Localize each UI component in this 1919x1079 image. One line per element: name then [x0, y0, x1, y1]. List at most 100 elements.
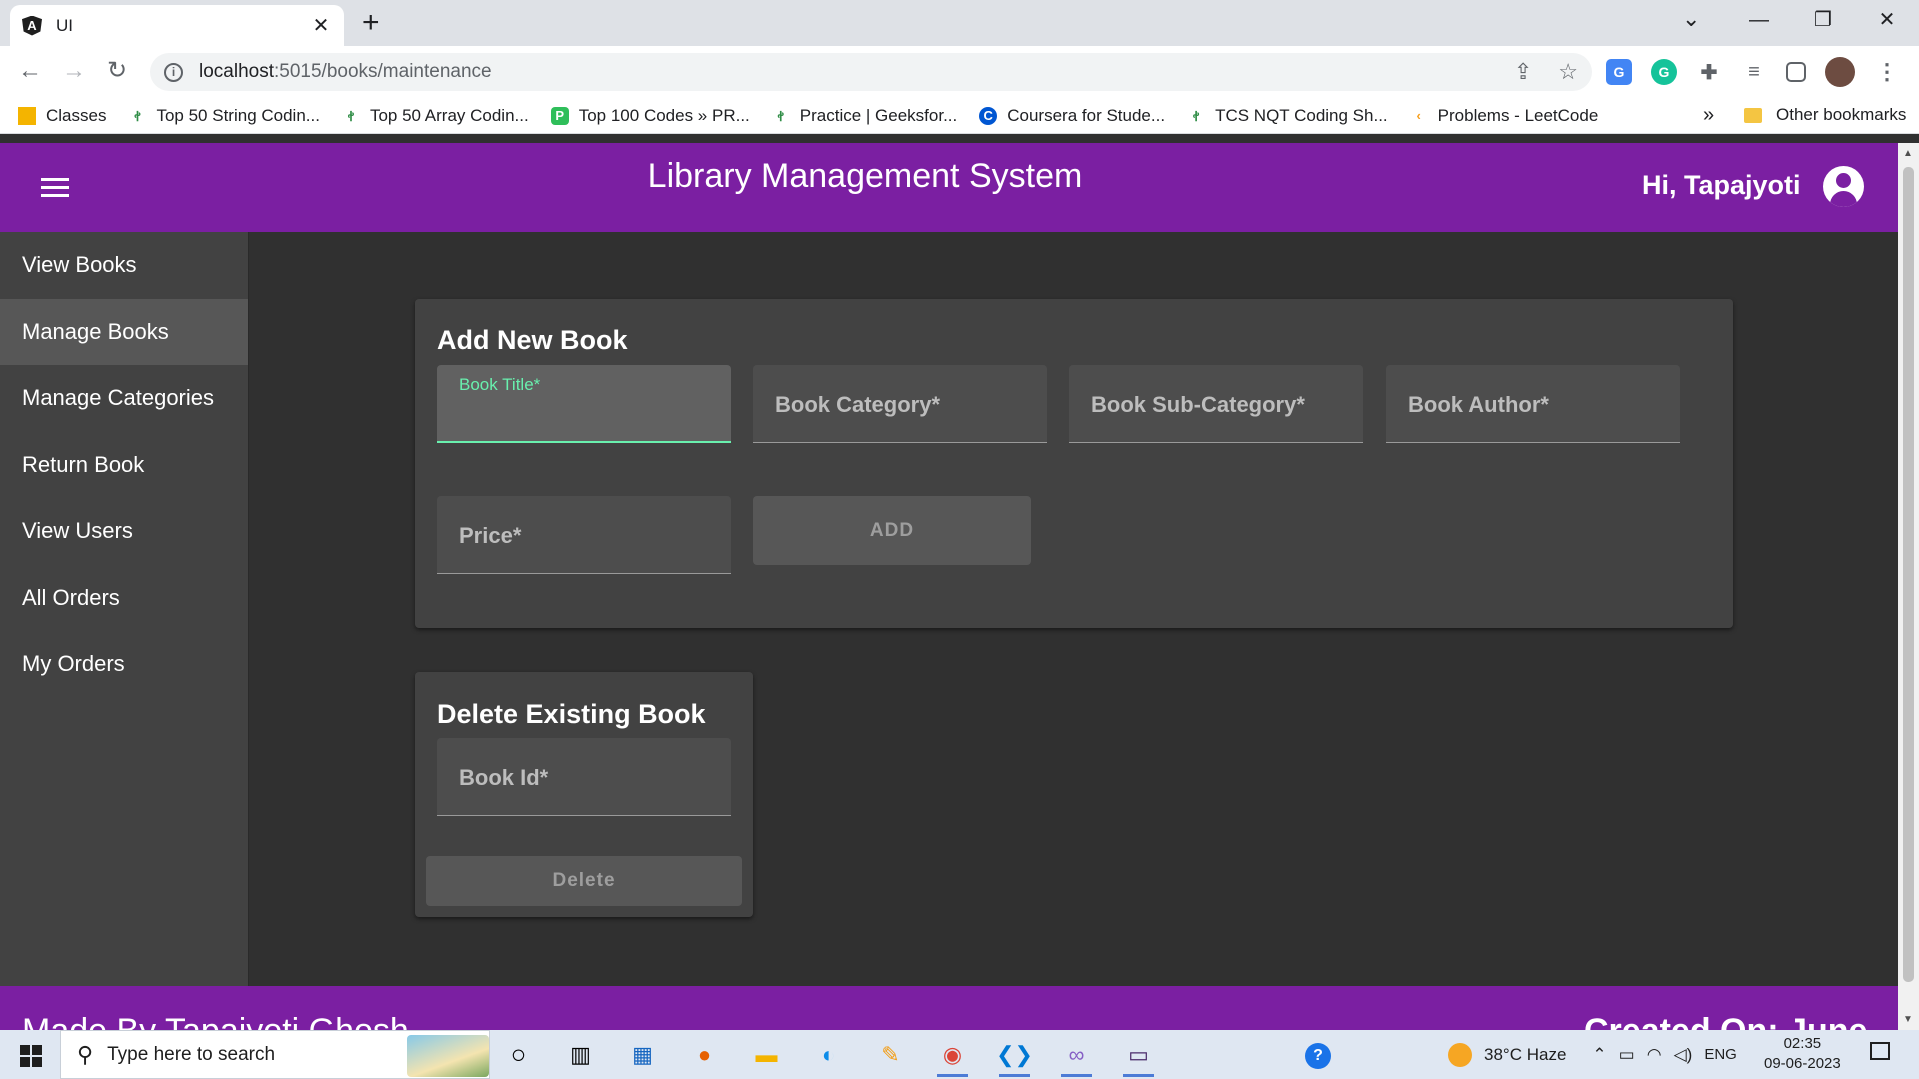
bookmarks-overflow-icon[interactable]: » — [1703, 104, 1714, 127]
book-category-label: Book Category* — [775, 392, 941, 417]
sidebar-item-manage-books[interactable]: Manage Books — [0, 298, 248, 365]
windows-start-icon[interactable] — [20, 1045, 42, 1067]
bookmark-item[interactable]: C Coursera for Stude... — [979, 106, 1165, 126]
vscode-icon[interactable]: ❮❯ — [996, 1038, 1033, 1077]
forward-arrow-icon[interactable]: → — [62, 56, 86, 86]
book-author-label: Book Author* — [1408, 392, 1549, 417]
side-panel-icon[interactable] — [1786, 62, 1806, 82]
weather-sun-icon — [1448, 1042, 1472, 1067]
scroll-down-icon[interactable]: ▼ — [1903, 1014, 1913, 1025]
book-category-field[interactable]: Book Category* — [753, 365, 1047, 443]
geeksforgeeks-icon: ꬷ — [134, 108, 141, 124]
bookmark-item[interactable]: P Top 100 Codes » PR... — [550, 106, 750, 126]
clock-time: 02:35 — [1783, 1035, 1822, 1052]
bookmark-item[interactable]: ꬷ Top 50 Array Codin... — [342, 106, 529, 126]
book-id-field[interactable]: Book Id* — [437, 738, 731, 816]
system-tray: 38°C Haze ⌃ ▭ ◠ ◁) ENG — [1448, 1030, 1737, 1079]
book-id-label: Book Id* — [459, 765, 549, 790]
add-button[interactable]: ADD — [753, 496, 1031, 565]
price-label: Price* — [459, 523, 522, 548]
page-scrollbar[interactable]: ▲ ▼ — [1898, 143, 1919, 1030]
site-info-icon[interactable]: i — [164, 62, 183, 82]
sidebar-item-manage-categories[interactable]: Manage Categories — [0, 365, 248, 432]
restore-icon[interactable]: ❐ — [1791, 0, 1855, 42]
minimize-icon[interactable]: — — [1727, 0, 1791, 42]
sidebar-item-return-book[interactable]: Return Book — [0, 432, 248, 499]
terminal-icon[interactable]: ▭ — [1120, 1038, 1157, 1077]
book-subcategory-field[interactable]: Book Sub-Category* — [1069, 365, 1363, 443]
reload-icon[interactable]: ↻ — [107, 56, 127, 86]
bookmark-item[interactable]: ‹ Problems - LeetCode — [1410, 106, 1598, 126]
delete-book-card: Delete Existing Book Book Id* Delete — [415, 672, 753, 917]
task-view-icon[interactable]: ▥ — [562, 1038, 599, 1071]
bookmark-item[interactable]: ꬷ Practice | Geeksfor... — [772, 106, 957, 126]
sidebar-item-view-users[interactable]: View Users — [0, 498, 248, 565]
search-icon: ⚲ — [77, 1041, 94, 1067]
bookmark-label: TCS NQT Coding Sh... — [1215, 105, 1388, 125]
share-icon[interactable]: ⇪ — [1514, 59, 1532, 85]
bookmark-item[interactable]: Classes — [18, 106, 106, 126]
footer-author: Made By Tapajyoti Ghosh — [22, 1012, 409, 1030]
browser-toolbar: ← → ↻ i localhost:5015/books/maintenance… — [0, 46, 1919, 98]
browser-tab[interactable]: A UI ✕ — [10, 5, 344, 46]
volume-icon[interactable]: ◁) — [1674, 1045, 1693, 1065]
file-explorer-icon[interactable]: ▬ — [748, 1038, 785, 1071]
profile-avatar[interactable] — [1825, 57, 1855, 87]
edge-icon[interactable]: ◐ — [810, 1038, 847, 1071]
scroll-thumb[interactable] — [1903, 167, 1914, 982]
other-bookmarks-label: Other bookmarks — [1776, 105, 1907, 124]
chrome-icon[interactable]: ◉ — [934, 1038, 971, 1077]
tray-expand-icon[interactable]: ⌃ — [1592, 1045, 1606, 1065]
sidebar-item-my-orders[interactable]: My Orders — [0, 631, 248, 698]
taskbar-apps: ○ ▥ ▦ ● ▬ ◐ ✎ ◉ ❮❯ ∞ ▭ — [500, 1038, 1157, 1077]
wifi-icon[interactable]: ◠ — [1647, 1045, 1662, 1065]
microsoft-store-icon[interactable]: ▦ — [624, 1038, 661, 1071]
bookmark-star-icon[interactable]: ☆ — [1558, 59, 1578, 85]
battery-icon[interactable]: ▭ — [1619, 1045, 1635, 1065]
search-highlight-image — [407, 1035, 489, 1077]
weather-text[interactable]: 38°C Haze — [1484, 1045, 1566, 1065]
book-title-field[interactable]: Book Title* — [437, 365, 731, 443]
paint-icon[interactable]: ✎ — [872, 1038, 909, 1071]
address-bar[interactable]: i localhost:5015/books/maintenance ⇪ ☆ — [150, 53, 1592, 91]
extensions-puzzle-icon[interactable]: ✚ — [1696, 59, 1722, 85]
media-queue-icon[interactable]: ≡ — [1741, 59, 1767, 85]
cortana-icon[interactable]: ○ — [500, 1038, 537, 1071]
help-icon[interactable]: ? — [1305, 1043, 1331, 1069]
footer-created-date: Created On: June 2023 — [1584, 1012, 1898, 1030]
price-field[interactable]: Price* — [437, 496, 731, 574]
browser-menu-icon[interactable]: ⋮ — [1874, 59, 1900, 85]
bookmark-item[interactable]: ꬷ Top 50 String Codin... — [128, 105, 320, 126]
firefox-icon[interactable]: ● — [686, 1038, 723, 1071]
back-arrow-icon[interactable]: ← — [18, 56, 42, 86]
close-tab-icon[interactable]: ✕ — [310, 13, 332, 38]
account-circle-icon[interactable] — [1823, 166, 1864, 207]
sidebar-item-view-books[interactable]: View Books — [0, 232, 248, 299]
notifications-icon[interactable] — [1870, 1042, 1890, 1060]
browser-tab-strip: A UI ✕ + ⌄ — ❐ ✕ — [0, 0, 1919, 46]
book-title-label: Book Title* — [459, 375, 541, 394]
google-translate-icon[interactable]: G — [1606, 59, 1632, 85]
visual-studio-icon[interactable]: ∞ — [1058, 1038, 1095, 1077]
scroll-up-icon[interactable]: ▲ — [1903, 148, 1913, 159]
taskbar-clock[interactable]: 02:35 09-06-2023 — [1764, 1034, 1841, 1074]
new-tab-icon[interactable]: + — [362, 8, 380, 38]
taskbar-search-box[interactable]: ⚲ Type here to search — [60, 1030, 490, 1079]
close-window-icon[interactable]: ✕ — [1855, 0, 1919, 42]
coursera-icon: C — [979, 106, 998, 125]
bookmark-label: Top 50 String Codin... — [156, 105, 320, 125]
app-title: Library Management System — [647, 157, 1083, 195]
extension-icons: G G ✚ ≡ ⋮ — [1606, 57, 1900, 87]
delete-button[interactable]: Delete — [426, 856, 742, 906]
url-path: :5015/books/maintenance — [274, 61, 492, 82]
leetcode-icon: ‹ — [1416, 108, 1421, 123]
language-indicator[interactable]: ENG — [1704, 1046, 1737, 1063]
bookmark-label: Coursera for Stude... — [1007, 105, 1166, 125]
book-author-field[interactable]: Book Author* — [1386, 365, 1680, 443]
tab-search-chevron-icon[interactable]: ⌄ — [1682, 6, 1700, 32]
other-bookmarks[interactable]: Other bookmarks — [1744, 105, 1906, 125]
angular-favicon-icon: A — [22, 15, 42, 36]
grammarly-icon[interactable]: G — [1651, 59, 1677, 85]
sidebar-item-all-orders[interactable]: All Orders — [0, 565, 248, 632]
bookmark-item[interactable]: ꬷ TCS NQT Coding Sh... — [1187, 105, 1388, 126]
